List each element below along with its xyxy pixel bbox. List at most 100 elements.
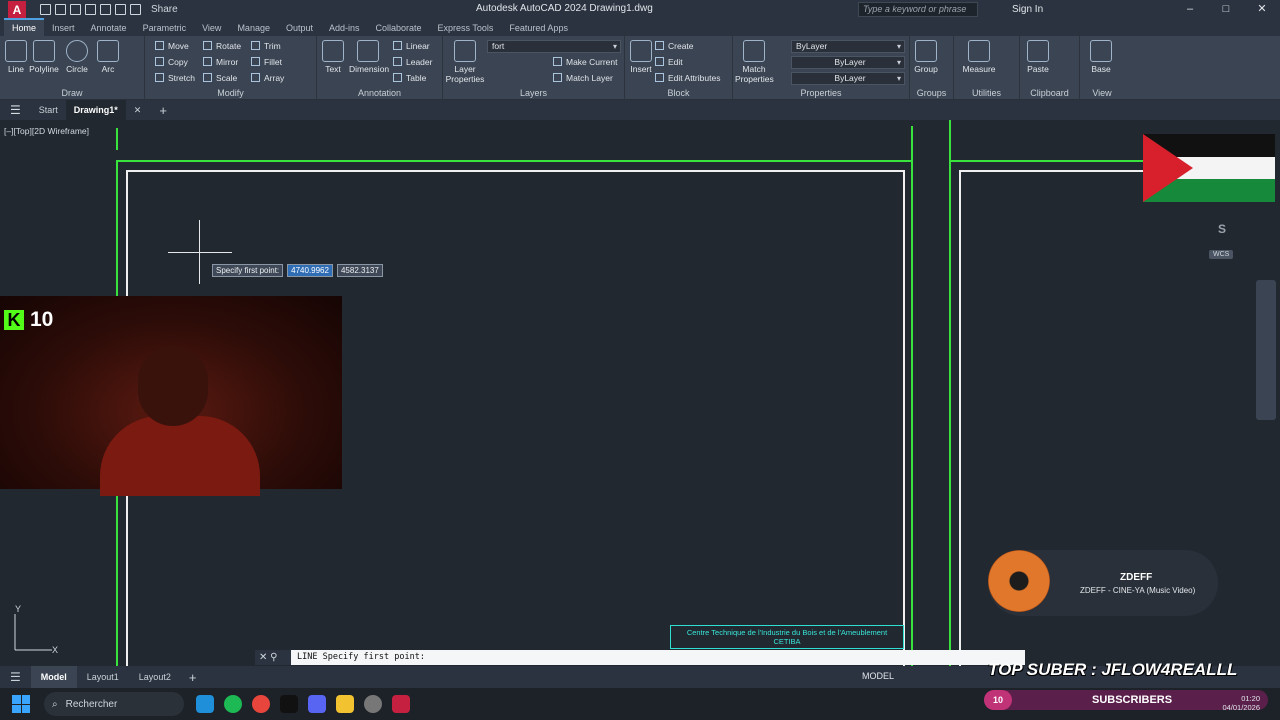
save-as-icon[interactable] xyxy=(85,4,96,15)
save-icon[interactable] xyxy=(70,4,81,15)
mirror-tool[interactable]: Mirror xyxy=(203,57,238,67)
paste-tool[interactable]: Paste xyxy=(1022,40,1054,74)
match-layer-tool[interactable]: Match Layer xyxy=(553,73,613,83)
copy-tool[interactable]: Copy xyxy=(155,57,188,67)
utilities-panel-title[interactable]: Utilities xyxy=(954,88,1019,98)
tab-home[interactable]: Home xyxy=(4,18,45,36)
ribbon-tabs: Home Insert Annotate Parametric View Man… xyxy=(0,18,1280,36)
autocad-taskbar-icon[interactable] xyxy=(392,695,410,713)
new-file-icon[interactable] xyxy=(40,4,51,15)
edit-block-tool[interactable]: Edit xyxy=(655,57,683,67)
layer-properties-tool[interactable]: Layer Properties xyxy=(445,40,485,84)
viewcube-south-label[interactable]: S xyxy=(1218,222,1226,236)
annotation-panel-title[interactable]: Annotation xyxy=(317,88,442,98)
draw-panel-title[interactable]: Draw xyxy=(0,88,144,98)
layers-panel-title[interactable]: Layers xyxy=(443,88,624,98)
create-block-tool[interactable]: Create xyxy=(655,41,694,51)
share-button[interactable]: Share xyxy=(151,4,178,15)
close-tab-icon[interactable]: ✕ xyxy=(126,105,150,116)
spotify-icon[interactable] xyxy=(224,695,242,713)
edge-icon[interactable] xyxy=(196,695,214,713)
add-layout-icon[interactable]: + xyxy=(181,670,205,685)
dimension-tool[interactable]: Dimension xyxy=(349,40,389,74)
scale-tool[interactable]: Scale xyxy=(203,73,237,83)
arc-tool[interactable]: Arc xyxy=(92,40,124,74)
tab-featured-apps[interactable]: Featured Apps xyxy=(501,20,576,36)
maximize-icon[interactable]: □ xyxy=(1208,0,1244,19)
layout-menu-icon[interactable]: ☰ xyxy=(0,670,31,684)
navigation-bar[interactable] xyxy=(1256,280,1276,420)
match-properties-tool[interactable]: Match Properties xyxy=(735,40,774,84)
tab-annotate[interactable]: Annotate xyxy=(83,20,135,36)
settings-icon[interactable] xyxy=(364,695,382,713)
rotate-tool[interactable]: Rotate xyxy=(203,41,241,51)
undo-icon[interactable] xyxy=(115,4,126,15)
lineweight-dropdown[interactable]: ByLayer xyxy=(791,72,905,85)
text-tool[interactable]: Text xyxy=(317,40,349,74)
system-clock[interactable]: 01:20 04/01/2026 xyxy=(1222,694,1260,712)
trim-tool[interactable]: Trim xyxy=(251,41,281,51)
file-explorer-icon[interactable] xyxy=(336,695,354,713)
x-coordinate-field[interactable]: 4740.9962 xyxy=(287,264,333,277)
group-tool[interactable]: Group xyxy=(910,40,942,74)
move-tool[interactable]: Move xyxy=(155,41,189,51)
model-space-toggle[interactable]: MODEL xyxy=(862,671,894,681)
table-tool[interactable]: Table xyxy=(393,73,426,83)
open-file-icon[interactable] xyxy=(55,4,66,15)
make-current-tool[interactable]: Make Current xyxy=(553,57,618,67)
layer-dropdown[interactable]: fort xyxy=(487,40,621,53)
start-tab[interactable]: Start xyxy=(31,100,66,120)
fillet-tool[interactable]: Fillet xyxy=(251,57,282,67)
tab-parametric[interactable]: Parametric xyxy=(135,20,195,36)
block-panel-title[interactable]: Block xyxy=(625,88,732,98)
modify-panel-title[interactable]: Modify xyxy=(145,88,316,98)
redo-icon[interactable] xyxy=(130,4,141,15)
wcs-button[interactable]: WCS xyxy=(1209,250,1234,259)
color-dropdown[interactable]: ByLayer xyxy=(791,40,905,53)
measure-tool[interactable]: Measure xyxy=(960,40,998,74)
circle-tool[interactable]: Circle xyxy=(61,40,93,74)
command-line-controls[interactable]: ✕ ⚲ xyxy=(255,650,291,665)
tab-express-tools[interactable]: Express Tools xyxy=(430,20,502,36)
sign-in-button[interactable]: Sign In xyxy=(1012,4,1043,15)
tab-collaborate[interactable]: Collaborate xyxy=(368,20,430,36)
minimize-icon[interactable]: – xyxy=(1172,0,1208,19)
insert-tool[interactable]: Insert xyxy=(625,40,657,74)
edit-attributes-tool[interactable]: Edit Attributes xyxy=(655,73,720,83)
search-input[interactable]: Type a keyword or phrase xyxy=(858,2,978,17)
linetype-dropdown[interactable]: ByLayer xyxy=(791,56,905,69)
command-line-input[interactable]: LINE Specify first point: xyxy=(291,650,1025,665)
plot-icon[interactable] xyxy=(100,4,111,15)
stretch-tool[interactable]: Stretch xyxy=(155,73,195,83)
linear-tool[interactable]: Linear xyxy=(393,41,430,51)
groups-panel-title[interactable]: Groups xyxy=(910,88,953,98)
autocad-app-icon[interactable]: A xyxy=(8,0,26,19)
view-panel-title[interactable]: View xyxy=(1080,88,1124,98)
layout2-tab[interactable]: Layout2 xyxy=(129,666,181,688)
viewport-controls[interactable]: [–][Top][2D Wireframe] xyxy=(4,126,89,136)
discord-icon[interactable] xyxy=(308,695,326,713)
hamburger-menu-icon[interactable]: ☰ xyxy=(0,103,31,117)
properties-panel-title[interactable]: Properties xyxy=(733,88,909,98)
tab-view[interactable]: View xyxy=(194,20,229,36)
tab-add-ins[interactable]: Add-ins xyxy=(321,20,368,36)
base-tool[interactable]: Base xyxy=(1085,40,1117,74)
drawing-viewport[interactable]: [–][Top][2D Wireframe] Specify first poi… xyxy=(0,120,1280,666)
tab-insert[interactable]: Insert xyxy=(44,20,83,36)
clipboard-panel-title[interactable]: Clipboard xyxy=(1020,88,1079,98)
drawing1-tab[interactable]: Drawing1* xyxy=(65,100,126,120)
y-coordinate-field[interactable]: 4582.3137 xyxy=(336,264,383,277)
tiktok-icon[interactable] xyxy=(280,695,298,713)
tab-manage[interactable]: Manage xyxy=(229,20,278,36)
polyline-tool[interactable]: Polyline xyxy=(28,40,60,74)
new-tab-icon[interactable]: + xyxy=(149,103,177,118)
tab-output[interactable]: Output xyxy=(278,20,321,36)
leader-tool[interactable]: Leader xyxy=(393,57,432,67)
close-icon[interactable]: ✕ xyxy=(1244,0,1280,19)
windows-start-icon[interactable] xyxy=(12,695,30,713)
chrome-icon[interactable] xyxy=(252,695,270,713)
model-tab[interactable]: Model xyxy=(30,666,77,688)
array-tool[interactable]: Array xyxy=(251,73,284,83)
taskbar-search[interactable]: ⌕ Rechercher xyxy=(44,692,184,716)
layout1-tab[interactable]: Layout1 xyxy=(77,666,129,688)
